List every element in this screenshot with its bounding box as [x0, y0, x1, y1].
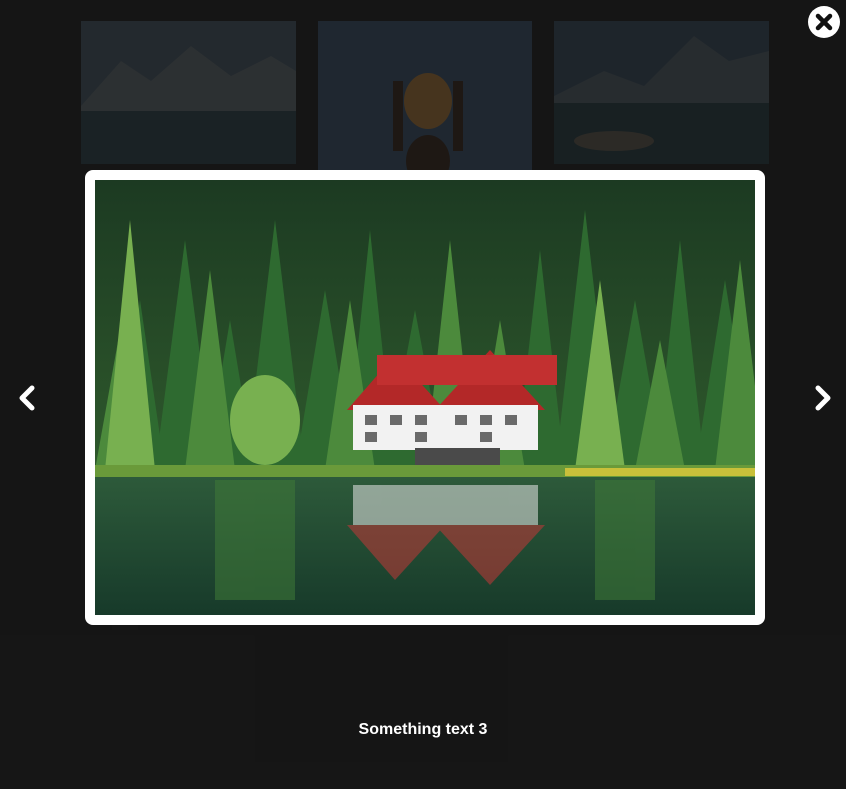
gallery-thumbnail[interactable] [318, 21, 532, 171]
chevron-right-icon [815, 385, 831, 411]
lake-house-photo [95, 180, 755, 615]
lightbox-frame [85, 170, 765, 625]
lightbox-overlay: Something text 3 [0, 0, 846, 789]
close-icon [809, 7, 839, 37]
chevron-left-icon [19, 385, 35, 411]
previous-button[interactable] [12, 378, 40, 418]
lightbox-image [95, 180, 755, 615]
gallery-thumbnail[interactable] [81, 21, 296, 164]
next-button[interactable] [810, 378, 838, 418]
lightbox-caption: Something text 3 [358, 721, 488, 738]
gallery-thumbnail[interactable] [554, 21, 769, 164]
close-button[interactable] [808, 6, 840, 38]
